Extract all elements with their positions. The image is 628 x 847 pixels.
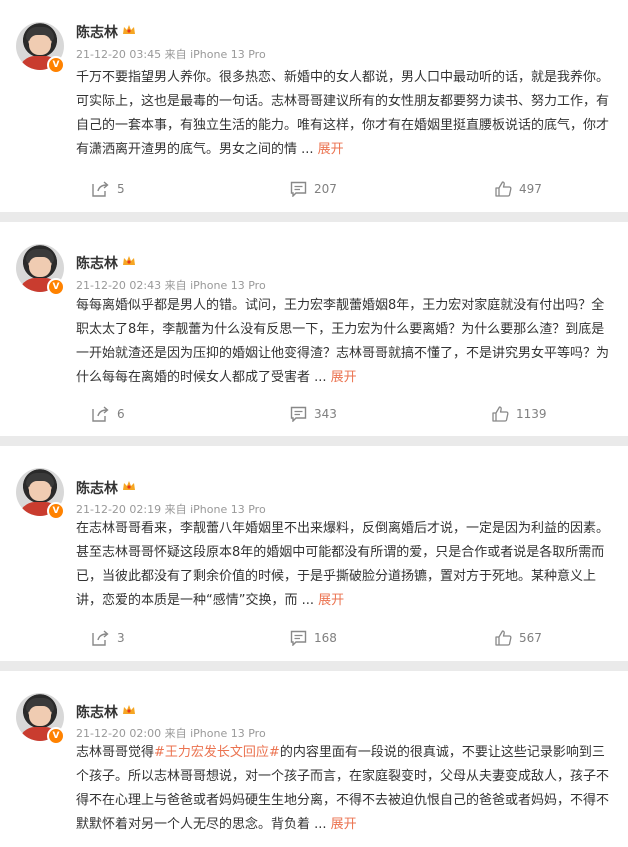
comment-icon [290,630,307,646]
share-button[interactable]: 6 [92,406,125,422]
author-name[interactable]: 陈志林 [76,22,118,42]
comment-count: 168 [314,631,337,645]
post-card: V 陈志林 21-12-20 03:45 来自 iPhone 13 Pro 千万… [0,0,628,212]
share-count: 5 [117,182,125,196]
author-name[interactable]: 陈志林 [76,702,118,722]
share-icon [92,181,109,197]
comment-button[interactable]: 168 [290,630,337,646]
like-count: 567 [519,631,542,645]
post-meta: 21-12-20 03:45 来自 iPhone 13 Pro [76,48,266,61]
verified-badge-icon: V [47,727,65,745]
post-text: 志林哥哥觉得#王力宏发长文回应#的内容里面有一段说的很真诚，不要让这些记录影响到… [76,741,612,837]
thumbs-up-icon [495,630,512,646]
verified-badge-icon: V [47,278,65,296]
post-meta: 21-12-20 02:43 来自 iPhone 13 Pro [76,279,266,292]
action-bar: 6 343 1139 [0,406,628,430]
share-count: 3 [117,631,125,645]
member-crown-icon [123,705,135,714]
post-text: 每每离婚似乎都是男人的错。试问，王力宏李靓蕾婚姻8年，王力宏对家庭就没有付出吗？… [76,294,612,390]
member-crown-icon [123,25,135,34]
member-crown-icon [123,481,135,490]
verified-badge-icon: V [47,502,65,520]
author-name[interactable]: 陈志林 [76,253,118,273]
thumbs-up-icon [492,406,509,422]
like-count: 1139 [516,407,547,421]
post-text: 千万不要指望男人养你。很多热恋、新婚中的女人都说，男人口中最动听的话，就是我养你… [76,66,612,162]
author-name[interactable]: 陈志林 [76,478,118,498]
comment-icon [290,406,307,422]
expand-link[interactable]: 展开 [331,370,357,385]
thumbs-up-icon [495,181,512,197]
comment-count: 207 [314,182,337,196]
comment-count: 343 [314,407,337,421]
share-count: 6 [117,407,125,421]
expand-link[interactable]: 展开 [331,817,357,832]
post-card: V 陈志林 21-12-20 02:00 来自 iPhone 13 Pro 志林… [0,671,628,847]
post-text: 在志林哥哥看来，李靓蕾八年婚姻里不出来爆料，反倒离婚后才说，一定是因为利益的因素… [76,517,612,613]
comment-icon [290,181,307,197]
post-card: V 陈志林 21-12-20 02:43 来自 iPhone 13 Pro 每每… [0,222,628,436]
share-button[interactable]: 3 [92,630,125,646]
like-count: 497 [519,182,542,196]
hashtag-link[interactable]: #王力宏发长文回应# [154,745,280,760]
expand-link[interactable]: 展开 [318,593,344,608]
verified-badge-icon: V [47,56,65,74]
share-icon [92,406,109,422]
comment-button[interactable]: 343 [290,406,337,422]
post-meta: 21-12-20 02:19 来自 iPhone 13 Pro [76,503,266,516]
action-bar: 5 207 497 [0,181,628,205]
share-button[interactable]: 5 [92,181,125,197]
expand-link[interactable]: 展开 [318,142,344,157]
like-button[interactable]: 497 [495,181,542,197]
action-bar: 3 168 567 [0,630,628,654]
comment-button[interactable]: 207 [290,181,337,197]
like-button[interactable]: 1139 [492,406,547,422]
post-card: V 陈志林 21-12-20 02:19 来自 iPhone 13 Pro 在志… [0,446,628,661]
like-button[interactable]: 567 [495,630,542,646]
member-crown-icon [123,256,135,265]
post-meta: 21-12-20 02:00 来自 iPhone 13 Pro [76,727,266,740]
post-body-prefix: 志林哥哥觉得 [76,745,155,760]
share-icon [92,630,109,646]
